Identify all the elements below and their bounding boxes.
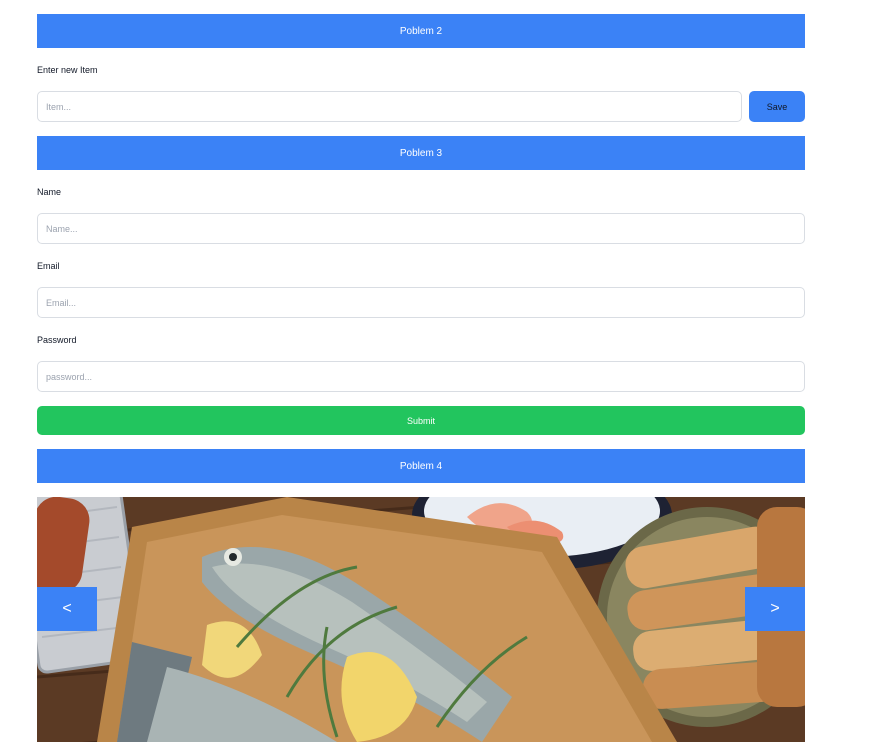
image-carousel: < > (37, 497, 805, 742)
problem-3-header: Poblem 3 (37, 136, 805, 170)
password-label: Password (37, 335, 77, 345)
email-input[interactable] (37, 287, 805, 318)
carousel-prev-button[interactable]: < (37, 587, 97, 631)
problem-3-title: Poblem 3 (399, 147, 443, 159)
name-label: Name (37, 187, 62, 197)
problem-2-header: Poblem 2 (37, 14, 805, 48)
submit-button[interactable]: Submit (37, 406, 805, 435)
carousel-next-button[interactable]: > (745, 587, 805, 631)
carousel-slide-image (37, 497, 805, 742)
item-input[interactable] (37, 91, 742, 122)
save-button[interactable]: Save (749, 91, 805, 122)
problem-4-header: Poblem 4 (37, 449, 805, 483)
page: Poblem 2 Enter new Item Save Poblem 3 Na… (0, 0, 872, 742)
item-label: Enter new Item (37, 65, 98, 75)
email-label: Email (37, 261, 60, 271)
password-input[interactable] (37, 361, 805, 392)
problem-2-title: Poblem 2 (399, 25, 443, 37)
name-input[interactable] (37, 213, 805, 244)
problem-4-title: Poblem 4 (399, 460, 443, 472)
